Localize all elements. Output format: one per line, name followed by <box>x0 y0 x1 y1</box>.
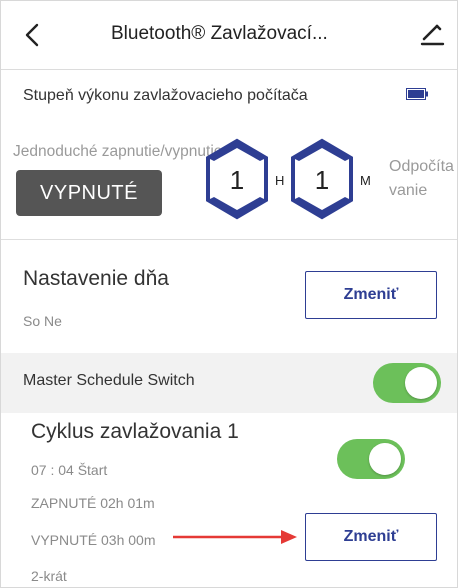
battery-full-icon <box>406 88 428 100</box>
countdown-label: Odpočíta vanie <box>389 155 454 203</box>
countdown-line-1: Odpočíta <box>389 158 454 175</box>
cycle-start-time: 07 : 04 Štart <box>31 462 108 478</box>
off-button[interactable]: VYPNUTÉ <box>16 170 162 216</box>
change-cycle-button[interactable]: Zmeniť <box>305 513 437 561</box>
master-schedule-toggle[interactable] <box>373 363 441 403</box>
power-level-label: Stupeň výkonu zavlažovacieho počítača <box>23 87 308 104</box>
cycle-toggle[interactable] <box>337 439 405 479</box>
day-settings-days: So Ne <box>23 313 62 329</box>
page-title: Bluetooth® Zavlažovací... <box>111 23 328 44</box>
cycle-on-duration: ZAPNUTÉ 02h 01m <box>31 495 155 511</box>
hours-unit: H <box>275 173 285 188</box>
app-screen: Bluetooth® Zavlažovací... Stupeň výkonu … <box>0 0 458 588</box>
change-days-button[interactable]: Zmeniť <box>305 271 437 319</box>
cycle-title: Cyklus zavlažovania 1 <box>31 420 239 443</box>
countdown-line-2: vanie <box>389 182 428 199</box>
header-bar: Bluetooth® Zavlažovací... <box>1 1 457 70</box>
simple-on-off-label: Jednoduché zapnutie/vypnutie <box>13 143 223 160</box>
minutes-value: 1 <box>314 165 330 195</box>
day-settings-title: Nastavenie dňa <box>23 267 169 290</box>
master-switch-label: Master Schedule Switch <box>23 372 195 389</box>
chevron-left-icon[interactable] <box>19 19 47 51</box>
toggle-knob <box>405 367 437 399</box>
cycle-off-duration: VYPNUTÉ 03h 00m <box>31 532 156 548</box>
minutes-unit: M <box>360 173 371 188</box>
annotation-arrow-icon <box>173 530 297 544</box>
hours-value: 1 <box>229 165 245 195</box>
cycle-repeat: 2-krát <box>31 568 67 584</box>
divider <box>1 239 457 240</box>
toggle-knob <box>369 443 401 475</box>
pencil-icon[interactable] <box>417 19 447 51</box>
